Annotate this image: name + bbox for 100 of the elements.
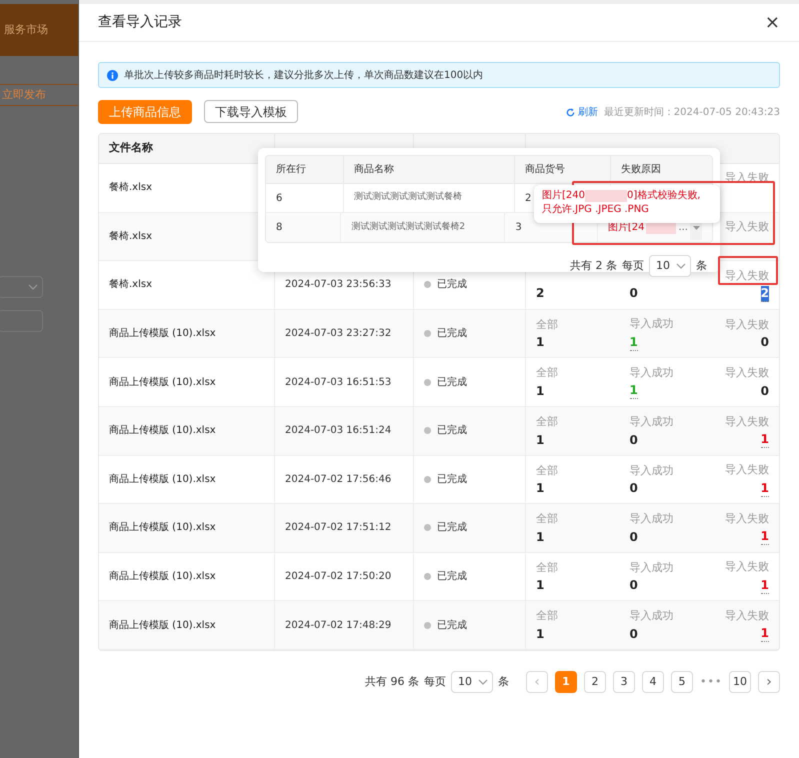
count-label: 导入成功 (630, 364, 674, 381)
close-button[interactable]: × (764, 14, 780, 32)
count-value[interactable]: 2 (536, 286, 544, 302)
upload-time: 2024-07-02 17:48:29 (285, 618, 392, 633)
count-label: 导入失败 (725, 268, 769, 284)
count-value[interactable]: 0 (760, 335, 769, 350)
upload-time: 2024-07-03 16:51:53 (285, 376, 392, 390)
product-name: 测试测试测试测试测试餐椅 (354, 191, 462, 204)
file-name: 商品上传模版 (10).xlsx (109, 472, 216, 487)
count-value[interactable]: 1 (760, 578, 769, 594)
file-name: 商品上传模版 (10).xlsx (109, 376, 216, 390)
total-count: 共有 96 条 (365, 674, 419, 690)
status-text: 已完成 (437, 618, 467, 633)
count-value[interactable]: 1 (536, 578, 544, 594)
page-button[interactable]: 2 (584, 670, 606, 693)
count-value[interactable]: 1 (760, 626, 769, 642)
count-value[interactable]: 0 (630, 578, 638, 594)
count-label: 导入失败 (725, 316, 769, 333)
count-value[interactable]: 1 (760, 432, 769, 448)
per-page-label: 每页 (622, 258, 644, 274)
page-size-select[interactable]: 10 (649, 255, 691, 277)
count-label: 全部 (536, 316, 558, 333)
count-value[interactable]: 0 (760, 384, 769, 399)
count-label: 导入成功 (630, 414, 674, 430)
product-name: 测试测试测试测试测试餐椅2 (351, 220, 466, 234)
count-label: 导入成功 (630, 462, 674, 479)
product-code: 2 (525, 192, 532, 206)
count-label: 导入失败 (725, 218, 769, 235)
count-label: 导入成功 (630, 316, 674, 332)
count-value[interactable]: 1 (536, 530, 544, 545)
next-page-button[interactable]: › (758, 670, 780, 693)
page-button[interactable]: 10 (729, 670, 751, 693)
file-name: 商品上传模版 (10).xlsx (109, 424, 216, 438)
file-name: 商品上传模版 (10).xlsx (109, 326, 216, 342)
column-header: 文件名称 (109, 140, 153, 156)
upload-time: 2024-07-02 17:50:20 (285, 570, 392, 584)
count-value[interactable]: 0 (630, 286, 638, 302)
ellipsis: ••• (700, 674, 722, 690)
marketplace-label: 服务市场 (4, 22, 48, 38)
column-header: 商品名称 (354, 162, 394, 177)
count-label: 导入失败 (725, 365, 769, 382)
upload-time: 2024-07-03 23:56:33 (285, 278, 392, 292)
count-label: 导入失败 (725, 608, 769, 624)
status-text: 已完成 (437, 570, 467, 584)
status-text: 已完成 (437, 424, 467, 438)
status-text: 已完成 (437, 278, 467, 292)
file-name: 餐椅.xlsx (109, 278, 152, 292)
count-value[interactable]: 0 (630, 432, 638, 448)
truncation-mark: ... (678, 221, 688, 235)
per-page-label: 每页 (424, 674, 446, 690)
count-label: 全部 (536, 608, 558, 624)
page-unit-label: 条 (696, 258, 707, 274)
status-text: 已完成 (437, 520, 467, 536)
count-value[interactable]: 0 (630, 530, 638, 545)
upload-time: 2024-07-03 23:27:32 (285, 327, 392, 342)
status-text: 已完成 (437, 472, 467, 487)
column-header: 商品货号 (525, 162, 565, 177)
count-label: 全部 (536, 560, 558, 576)
row-number: 6 (276, 192, 282, 206)
file-name: 餐椅.xlsx (109, 180, 152, 196)
count-value[interactable]: 1 (536, 626, 544, 642)
refresh-link[interactable]: 刷新 (566, 104, 598, 120)
file-name: 餐椅.xlsx (109, 230, 152, 244)
page-button[interactable]: 4 (642, 670, 664, 693)
tooltip-text: 只允许.JPG .JPEG .PNG (542, 204, 649, 215)
last-updated-time: 最近更新时间：2024-07-05 20:43:23 (604, 106, 780, 120)
count-value[interactable]: 1 (536, 335, 544, 350)
count-value[interactable]: 1 (536, 432, 544, 448)
status-text: 已完成 (437, 376, 467, 390)
file-name: 商品上传模版 (10).xlsx (109, 618, 216, 633)
upload-time: 2024-07-02 17:56:46 (285, 472, 392, 487)
count-value[interactable]: 0 (630, 481, 638, 496)
upload-time: 2024-07-02 17:51:12 (285, 521, 392, 536)
count-label: 导入成功 (630, 560, 674, 576)
page-unit-label: 条 (498, 674, 509, 690)
download-template-button[interactable]: 下载导入模板 (204, 100, 298, 123)
count-value[interactable]: 1 (536, 481, 544, 496)
count-value[interactable]: 1 (536, 384, 544, 399)
column-header: 所在行 (276, 162, 306, 177)
count-value[interactable]: 1 (760, 480, 769, 497)
product-code: 3 (515, 221, 522, 235)
count-label: 全部 (536, 511, 558, 528)
dialog-title: 查看导入记录 (98, 13, 182, 32)
count-value[interactable]: 0 (630, 626, 638, 642)
page-size-select[interactable]: 10 (451, 670, 493, 693)
count-label: 导入失败 (725, 414, 769, 430)
count-label: 导入成功 (630, 608, 674, 624)
count-label: 导入失败 (725, 510, 769, 527)
count-label: 全部 (536, 365, 558, 382)
status-text: 已完成 (437, 326, 467, 342)
column-header: 失败原因 (621, 162, 661, 177)
count-value[interactable]: 2 (760, 286, 769, 302)
upload-time: 2024-07-03 16:51:24 (285, 424, 392, 438)
page-button[interactable]: 3 (613, 670, 635, 693)
count-value[interactable]: 1 (760, 529, 769, 546)
alert-text: 单批次上传较多商品时耗时较长，建议分批多次上传，单次商品数建议在100以内 (124, 68, 484, 82)
page-button[interactable]: 5 (671, 670, 693, 693)
total-count: 共有 2 条 (570, 258, 617, 274)
row-number: 8 (276, 221, 282, 235)
count-label: 导入失败 (725, 559, 769, 576)
